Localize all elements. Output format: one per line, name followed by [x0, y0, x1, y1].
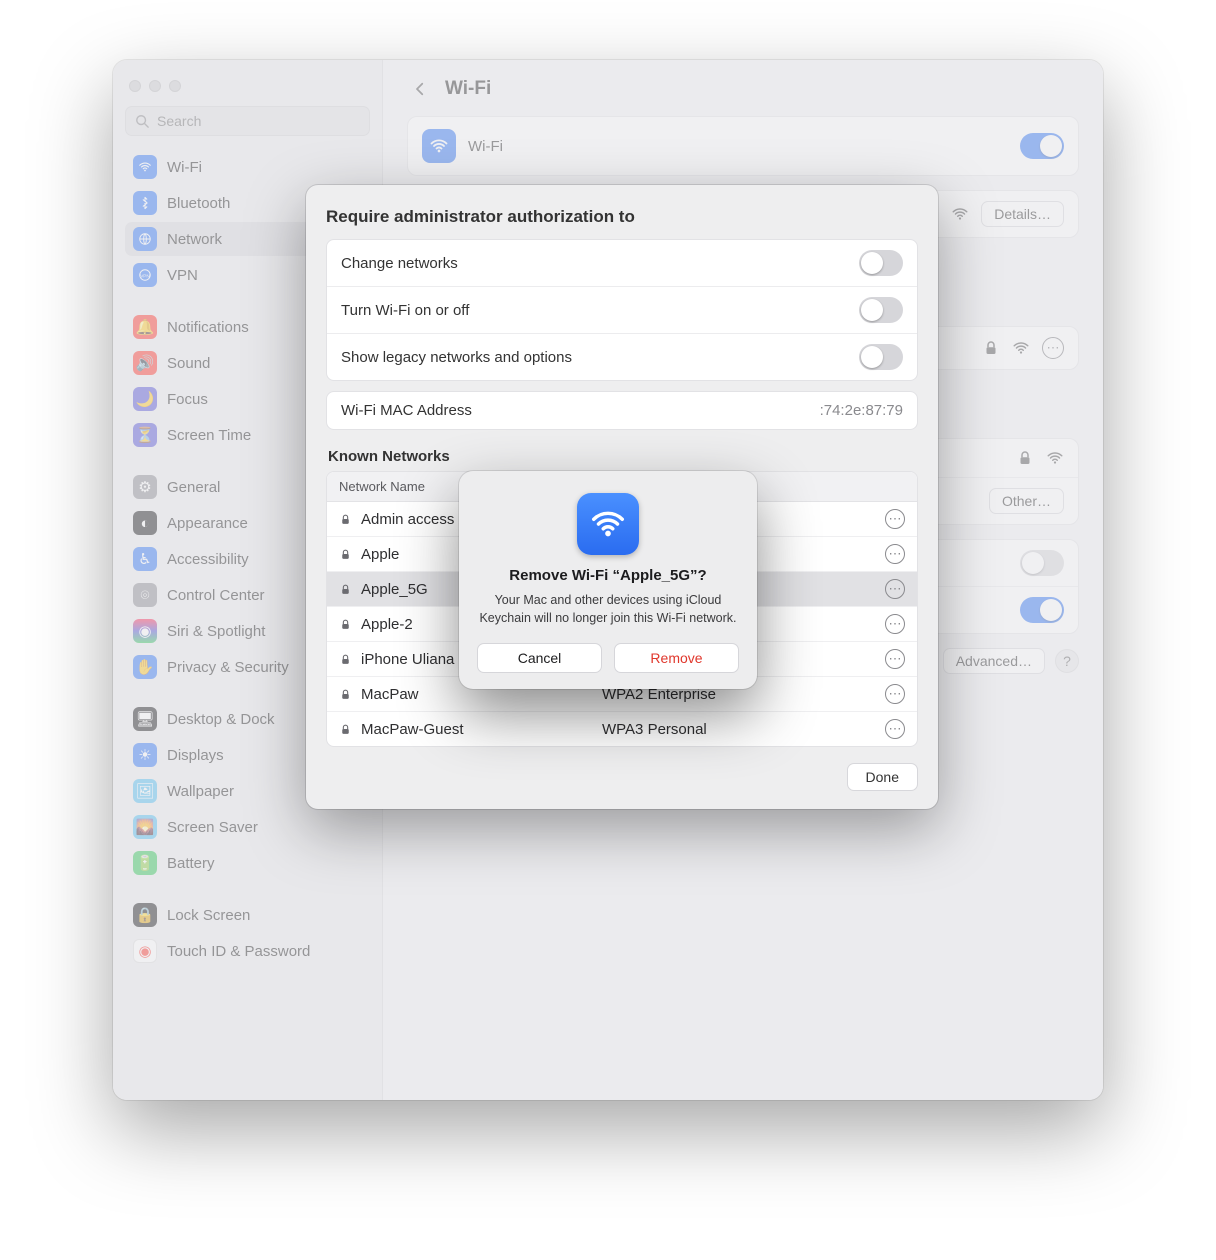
- known-networks-title: Known Networks: [328, 448, 916, 465]
- network-name: Admin access: [361, 511, 454, 528]
- more-options-icon[interactable]: ⋯: [885, 579, 905, 599]
- mac-address-label: Wi-Fi MAC Address: [341, 402, 820, 419]
- row-legacy: Show legacy networks and options: [341, 349, 847, 366]
- lock-icon: [339, 723, 352, 736]
- network-name: Apple-2: [361, 616, 413, 633]
- network-security: WPA3 Personal: [602, 721, 865, 738]
- row-turn-wifi: Turn Wi-Fi on or off: [341, 302, 847, 319]
- more-options-icon[interactable]: ⋯: [885, 684, 905, 704]
- lock-icon: [339, 583, 352, 596]
- lock-icon: [339, 688, 352, 701]
- mac-address-value: :74:2e:87:79: [820, 402, 903, 419]
- network-name: Apple_5G: [361, 581, 428, 598]
- remove-wifi-alert: Remove Wi-Fi “Apple_5G”? Your Mac and ot…: [459, 471, 757, 689]
- system-settings-window: Wi-Fi Bluetooth Network VPNVPN 🔔Notifica…: [113, 60, 1103, 1100]
- cancel-button[interactable]: Cancel: [477, 643, 602, 673]
- remove-button[interactable]: Remove: [614, 643, 739, 673]
- more-options-icon[interactable]: ⋯: [885, 719, 905, 739]
- network-name: MacPaw-Guest: [361, 721, 464, 738]
- lock-icon: [339, 548, 352, 561]
- row-change-networks: Change networks: [341, 255, 847, 272]
- alert-title: Remove Wi-Fi “Apple_5G”?: [477, 567, 739, 584]
- more-options-icon[interactable]: ⋯: [885, 614, 905, 634]
- network-name: MacPaw: [361, 686, 419, 703]
- turn-wifi-switch[interactable]: [859, 297, 903, 323]
- more-options-icon[interactable]: ⋯: [885, 649, 905, 669]
- more-options-icon[interactable]: ⋯: [885, 544, 905, 564]
- change-networks-switch[interactable]: [859, 250, 903, 276]
- more-options-icon[interactable]: ⋯: [885, 509, 905, 529]
- sheet-heading: Require administrator authorization to: [326, 207, 918, 227]
- lock-icon: [339, 653, 352, 666]
- alert-body: Your Mac and other devices using iCloud …: [477, 592, 739, 627]
- done-button[interactable]: Done: [847, 763, 918, 791]
- network-name: Apple: [361, 546, 399, 563]
- lock-icon: [339, 618, 352, 631]
- wifi-app-icon: [577, 493, 639, 555]
- lock-icon: [339, 513, 352, 526]
- network-name: iPhone Uliana: [361, 651, 454, 668]
- table-row[interactable]: MacPaw-Guest WPA3 Personal ⋯: [327, 711, 917, 746]
- legacy-switch[interactable]: [859, 344, 903, 370]
